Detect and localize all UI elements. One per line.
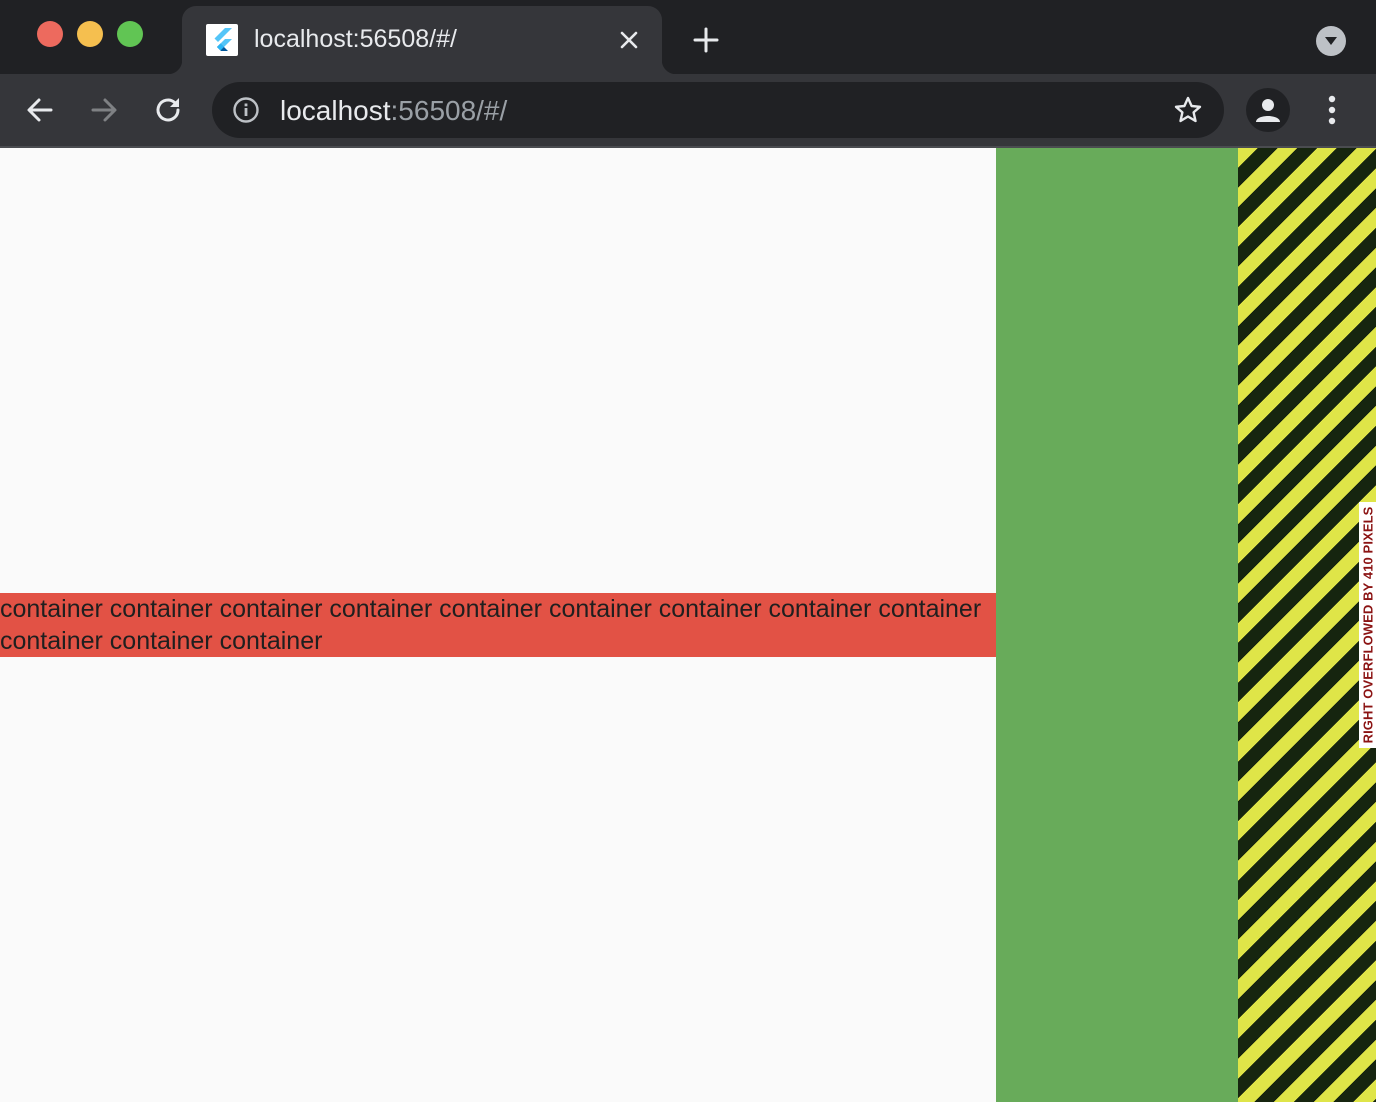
info-icon[interactable] xyxy=(232,96,260,124)
chevron-down-circle-icon[interactable] xyxy=(1316,26,1346,56)
window-controls xyxy=(37,21,143,47)
arrow-right-icon[interactable] xyxy=(84,90,124,130)
star-icon[interactable] xyxy=(1172,94,1204,126)
person-icon[interactable] xyxy=(1246,88,1290,132)
overflow-warning-text: RIGHT OVERFLOWED BY 410 PIXELS xyxy=(1360,506,1375,744)
url-path: :56508/#/ xyxy=(390,95,508,126)
page-viewport: container container container container … xyxy=(0,148,1376,1102)
tab-title: localhost:56508/#/ xyxy=(254,25,457,53)
url-text[interactable]: localhost:56508/#/ xyxy=(280,95,507,127)
browser-window: localhost:56508/#/ localhost:56508/#/ co… xyxy=(0,0,1376,1102)
red-container: container container container container … xyxy=(0,593,996,657)
url-host: localhost xyxy=(280,95,391,126)
close-icon[interactable] xyxy=(614,25,644,55)
green-container xyxy=(996,148,1238,1102)
address-bar[interactable]: localhost:56508/#/ xyxy=(212,82,1224,138)
browser-tab[interactable]: localhost:56508/#/ xyxy=(168,6,676,74)
plus-icon[interactable] xyxy=(686,22,726,58)
overflow-warning-stripes xyxy=(1238,148,1376,1102)
arrow-left-icon[interactable] xyxy=(20,90,60,130)
browser-toolbar: localhost:56508/#/ xyxy=(0,74,1376,146)
flutter-logo-icon xyxy=(206,24,238,56)
reload-icon[interactable] xyxy=(148,90,188,130)
kebab-menu-icon[interactable] xyxy=(1312,90,1352,130)
overflow-warning-label: RIGHT OVERFLOWED BY 410 PIXELS xyxy=(1359,502,1376,748)
window-maximize-button[interactable] xyxy=(117,21,143,47)
window-minimize-button[interactable] xyxy=(77,21,103,47)
window-close-button[interactable] xyxy=(37,21,63,47)
tab-strip: localhost:56508/#/ xyxy=(0,0,1376,74)
